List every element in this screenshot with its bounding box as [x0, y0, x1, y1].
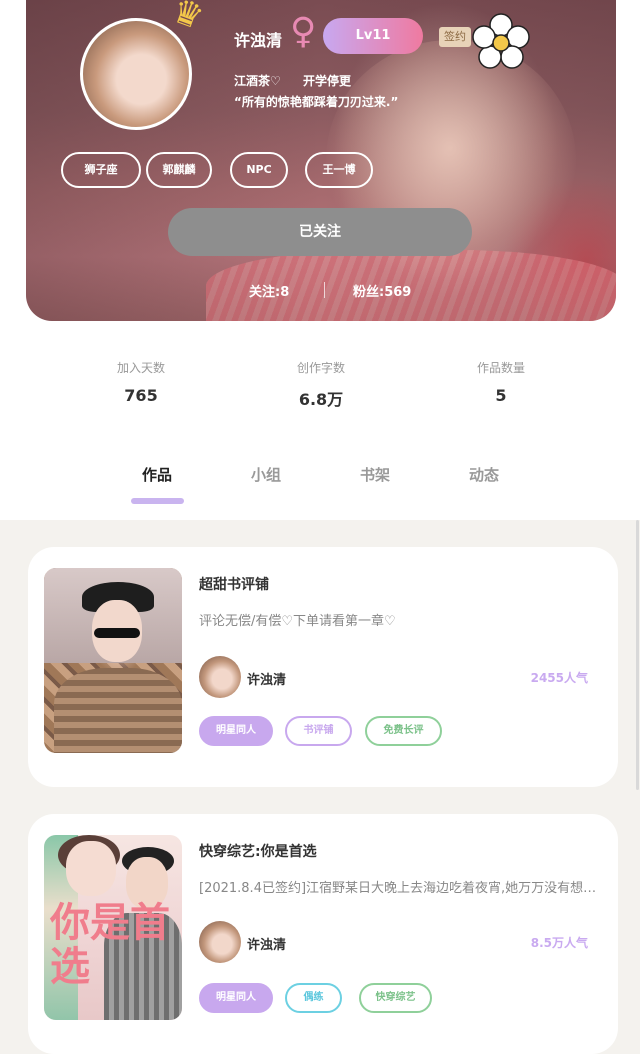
stat-value: 765 — [124, 386, 158, 405]
active-tab-indicator — [131, 498, 184, 504]
profile-motto: “所有的惊艳都踩着刀刃过来.” — [234, 95, 399, 109]
cover-title-art: 你是首选 — [50, 899, 170, 990]
cover-face — [66, 841, 116, 896]
author-avatar[interactable] — [199, 656, 241, 698]
work-title[interactable]: 快穿综艺:你是首选 — [199, 841, 317, 861]
stat-works-count: 作品数量 5 — [421, 359, 581, 405]
tab-activity[interactable]: 动态 — [469, 464, 499, 485]
scrollbar[interactable] — [636, 520, 639, 790]
stat-join-days: 加入天数 765 — [61, 359, 221, 405]
status-text: 开学停更 — [302, 74, 351, 88]
signed-badge: 签约 — [439, 27, 471, 47]
cover-coat — [54, 668, 182, 753]
flower-icon — [472, 13, 530, 69]
work-description: 评论无偿/有偿♡下单请看第一章♡ — [199, 614, 396, 629]
female-symbol-icon: ♀ — [290, 11, 317, 52]
popularity-count: 8.5万人气 — [530, 936, 588, 950]
cover-glasses — [94, 628, 140, 638]
stats-card: 加入天数 765 创作字数 6.8万 作品数量 5 — [51, 321, 590, 443]
follow-button[interactable]: 已关注 — [168, 208, 472, 256]
work-cover[interactable] — [44, 568, 182, 753]
work-tag[interactable]: 书评铺 — [285, 716, 352, 746]
work-tag[interactable]: 偶练 — [285, 983, 342, 1013]
tab-groups[interactable]: 小组 — [251, 464, 281, 485]
work-tag[interactable]: 明星同人 — [199, 716, 273, 746]
stat-label: 创作字数 — [296, 361, 345, 375]
stat-value: 6.8万 — [298, 390, 344, 409]
stat-value: 5 — [495, 386, 507, 405]
stat-divider — [324, 282, 325, 298]
author-avatar[interactable] — [199, 921, 241, 963]
author-name[interactable]: 许浊清 — [247, 669, 286, 688]
tab-works[interactable]: 作品 — [142, 464, 172, 485]
work-tag[interactable]: 快穿综艺 — [359, 983, 432, 1013]
work-card[interactable]: 超甜书评铺 评论无偿/有偿♡下单请看第一章♡ 许浊清 2455人气 明星同人 书… — [28, 547, 618, 787]
profile-tag[interactable]: 王一博 — [305, 152, 373, 188]
fans-count[interactable]: 粉丝:569 — [353, 281, 411, 300]
work-tag[interactable]: 明星同人 — [199, 983, 273, 1013]
work-tag[interactable]: 免费长评 — [365, 716, 442, 746]
stat-label: 加入天数 — [116, 361, 165, 375]
work-title[interactable]: 超甜书评铺 — [199, 574, 269, 594]
profile-tag[interactable]: 狮子座 — [61, 152, 141, 188]
work-cover[interactable]: 你是首选 — [44, 835, 182, 1020]
author-name[interactable]: 许浊清 — [247, 934, 286, 953]
stat-word-count: 创作字数 6.8万 — [241, 359, 401, 410]
work-description: [2021.8.4已签约]江宿野某日大晚上去海边吃着夜宵,她万万没有想到自己会穿… — [199, 881, 599, 896]
tab-bookshelf[interactable]: 书架 — [360, 464, 390, 485]
profile-username: 许浊清 — [234, 31, 283, 50]
following-count[interactable]: 关注:8 — [249, 281, 289, 300]
profile-avatar[interactable] — [80, 18, 192, 130]
profile-tag[interactable]: NPC — [230, 152, 288, 188]
nickname: 江酒茶♡ — [234, 74, 281, 88]
nickname-line: 江酒茶♡ 开学停更 — [234, 72, 369, 89]
stat-label: 作品数量 — [476, 361, 525, 375]
work-card[interactable]: 你是首选 快穿综艺:你是首选 [2021.8.4已签约]江宿野某日大晚上去海边吃… — [28, 814, 618, 1054]
popularity-count: 2455人气 — [530, 671, 588, 685]
level-badge[interactable]: Lv11 — [323, 18, 423, 54]
profile-tag[interactable]: 郭麒麟 — [146, 152, 212, 188]
